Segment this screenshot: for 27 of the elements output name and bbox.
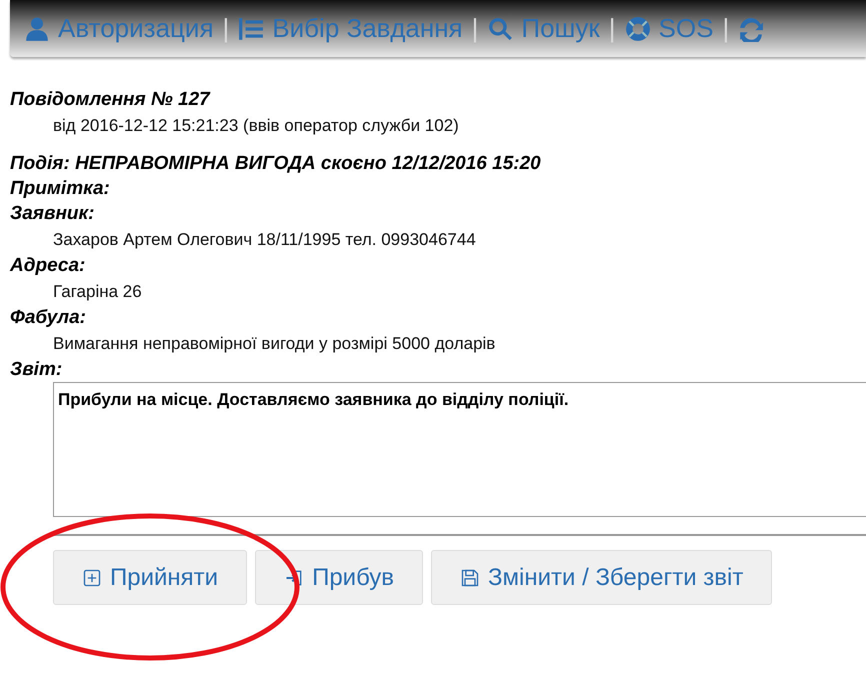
field-value: Вимагання неправомірної вигоди у розмірі 5000 доларів <box>52 333 496 355</box>
report-field[interactable]: Прибули на місце. Доставляємо заявника до відділу поліції. <box>53 382 866 517</box>
nav-separator: | <box>608 12 616 45</box>
plus-square-icon <box>82 568 102 588</box>
user-icon <box>24 16 50 42</box>
button[interactable]: Прибув <box>255 550 424 605</box>
field-label: Адреса: <box>10 254 86 278</box>
refresh-icon[interactable] <box>738 16 764 42</box>
field-label: Заявник: <box>10 202 96 226</box>
field-label: Фабула: <box>10 306 87 330</box>
lifebuoy-icon <box>624 16 651 42</box>
field-label: Подія: НЕПРАВОМІРНА ВИГОДА скоєно 12/12/2016 15:20 <box>10 152 542 176</box>
nav-separator: | <box>222 12 230 45</box>
field-label: Примітка: <box>10 177 111 201</box>
button[interactable]: Змінити / Зберегти звіт <box>431 550 772 605</box>
list-icon <box>238 16 264 42</box>
message-title: Повідомлення № 127 <box>10 88 212 112</box>
sign-in-icon <box>284 568 304 588</box>
button[interactable]: Прийняти <box>53 550 248 605</box>
nav-separator: | <box>472 12 478 45</box>
nav-separator: | <box>722 12 730 45</box>
save-icon <box>460 568 480 588</box>
field-value: Захаров Артем Олегович 18/11/1995 тел. 0993046744 <box>52 229 477 251</box>
field-value: Гагаріна 26 <box>52 281 143 303</box>
field-label: Звіт: <box>10 358 64 382</box>
message-subtitle: від 2016-12-12 15:21:23 (ввів оператор служби 102) <box>52 115 460 137</box>
search-icon <box>487 16 514 42</box>
